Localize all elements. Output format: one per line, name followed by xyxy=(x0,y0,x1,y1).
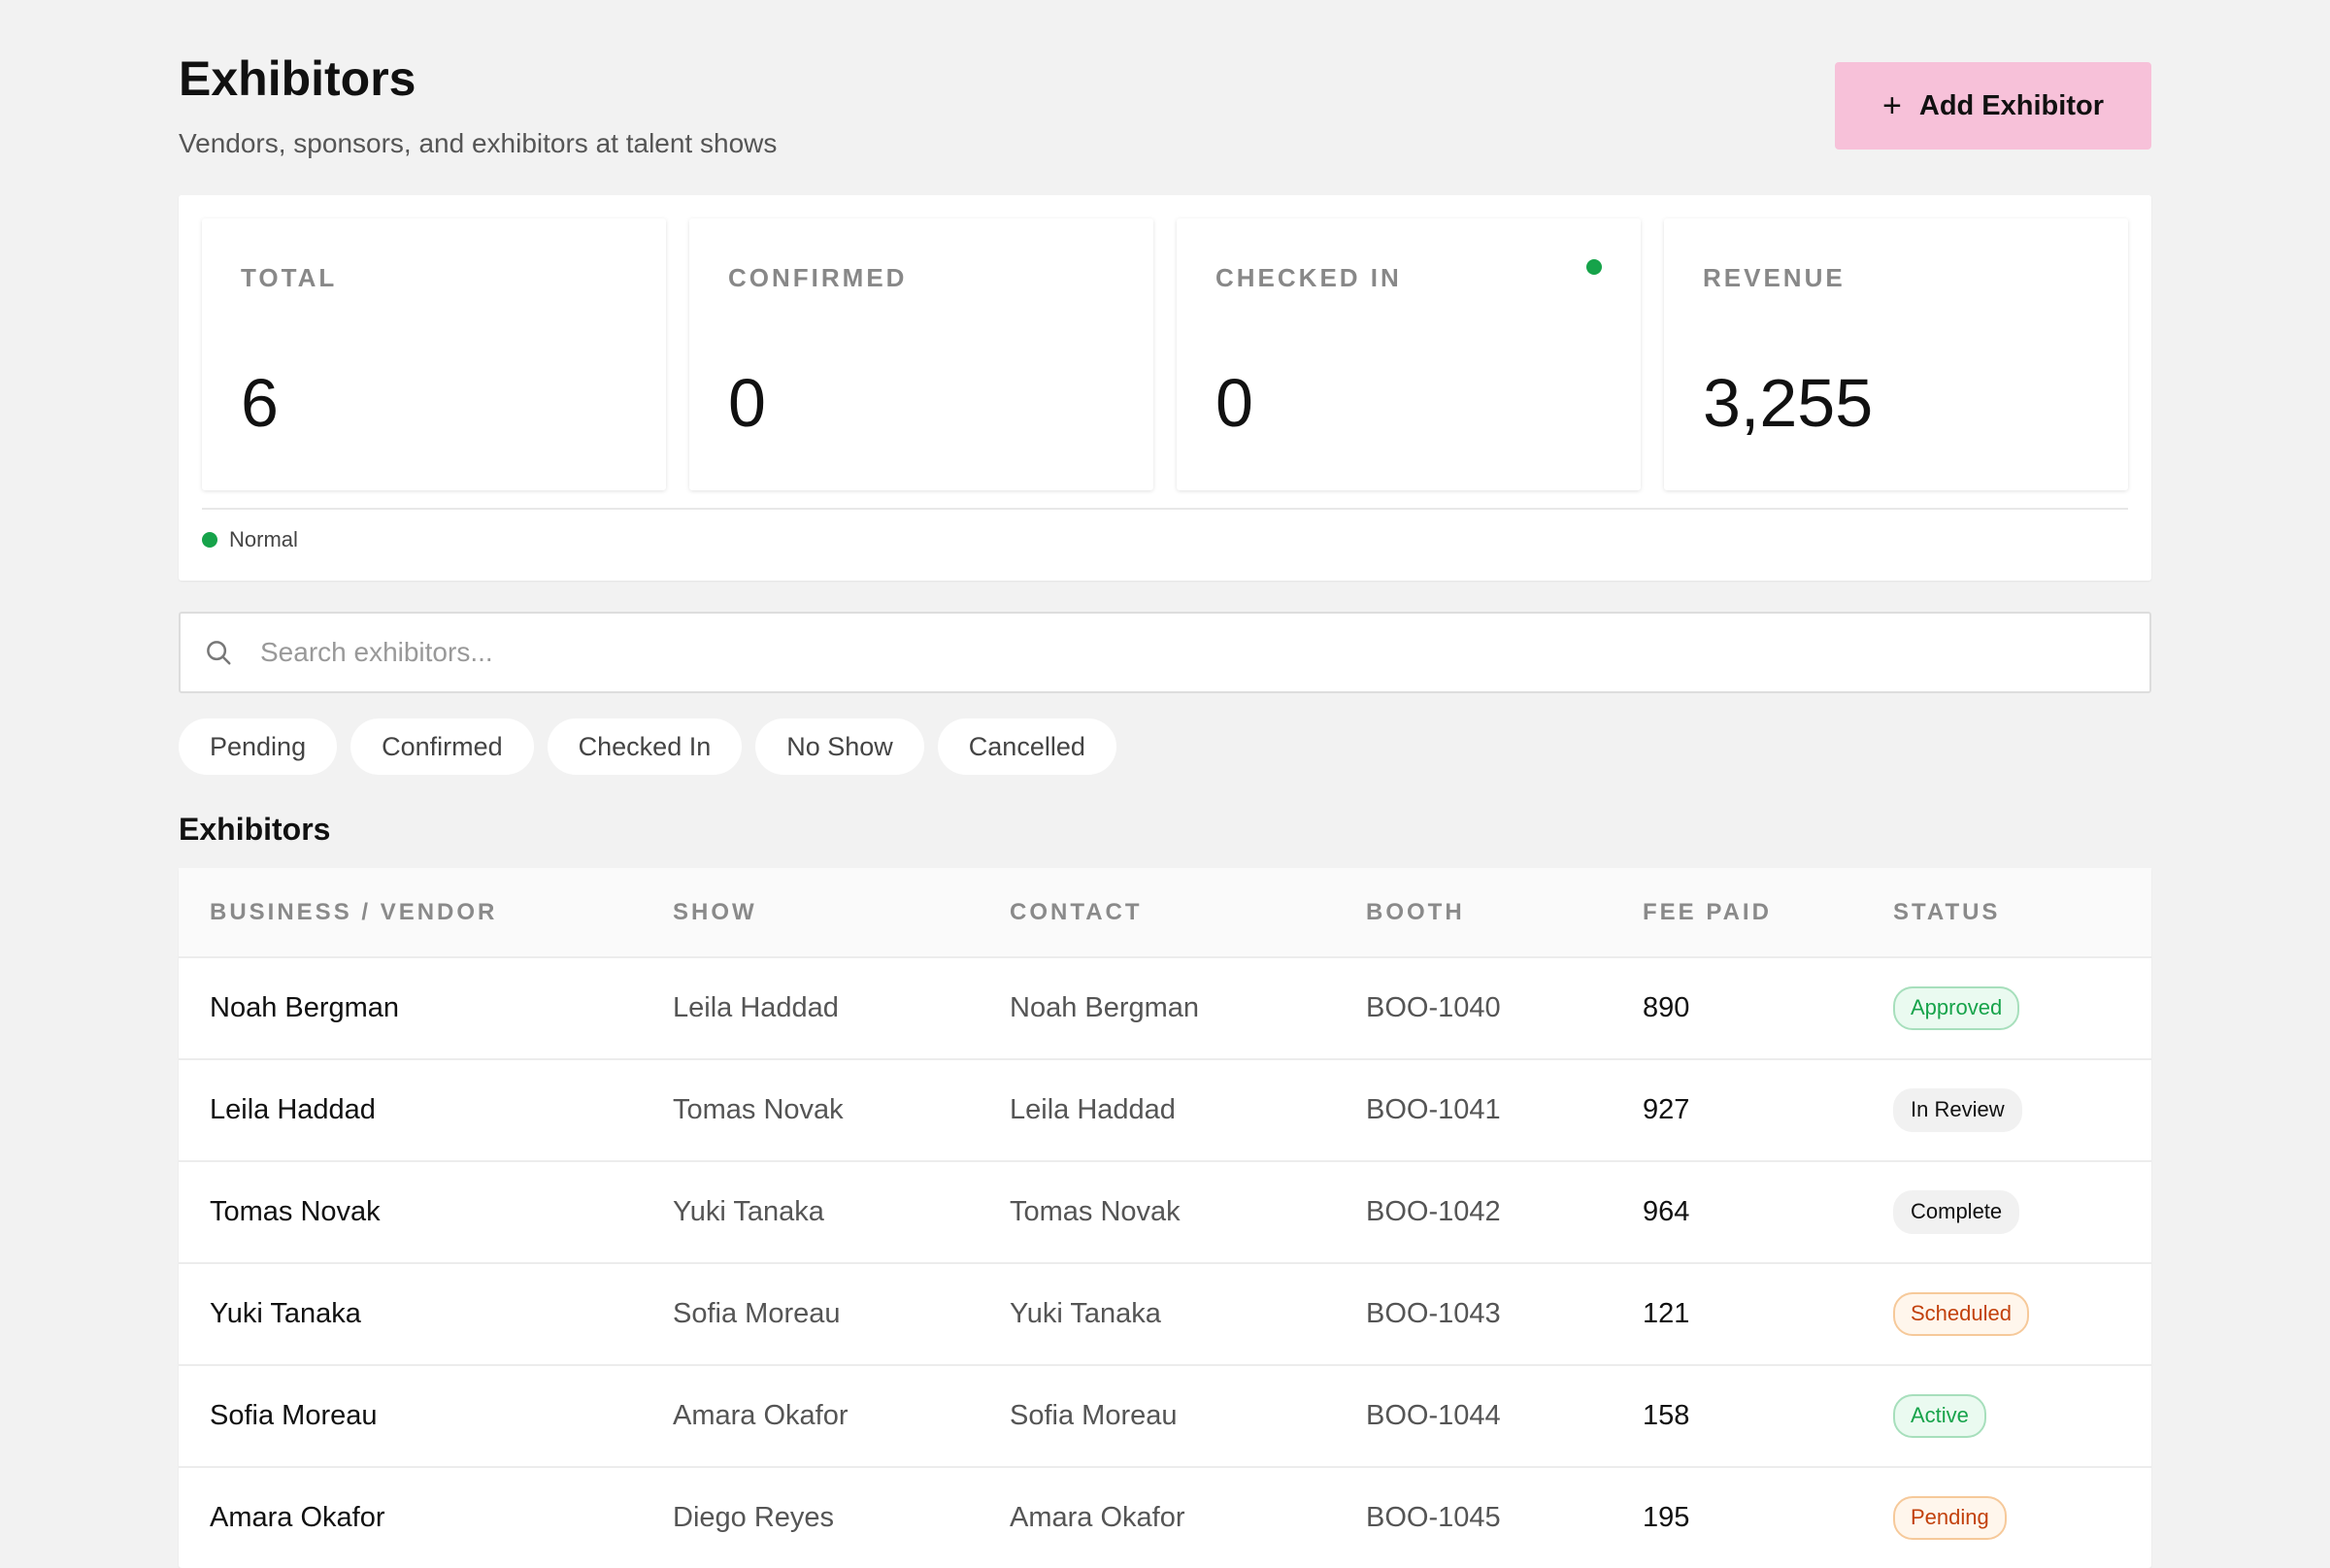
search-icon xyxy=(207,641,231,665)
fee-paid-cell: 195 xyxy=(1612,1466,1862,1568)
filter-chip-confirmed[interactable]: Confirmed xyxy=(350,718,534,775)
exhibitors-section-title: Exhibitors xyxy=(179,812,331,847)
filter-chip-cancelled[interactable]: Cancelled xyxy=(937,718,1116,775)
status-text: Normal xyxy=(229,527,298,551)
status-cell: Complete xyxy=(1862,1160,2151,1263)
show-cell: Tomas Novak xyxy=(642,1058,979,1161)
column-header-status[interactable]: STATUS xyxy=(1862,868,2151,957)
filter-chip-pending[interactable]: Pending xyxy=(179,718,338,775)
page-header: Exhibitors Vendors, sponsors, and exhibi… xyxy=(179,0,2151,194)
vendor-cell: Tomas Novak xyxy=(179,1160,642,1263)
table-row[interactable]: Yuki Tanaka Sofia Moreau Yuki Tanaka BOO-10… xyxy=(179,1262,2151,1365)
add-exhibitor-label: Add Exhibitor xyxy=(1918,89,2104,121)
filter-chip-checked-in[interactable]: Checked In xyxy=(547,718,743,775)
stat-label-revenue: REVENUE xyxy=(1703,263,1846,292)
status-cell: Pending xyxy=(1862,1466,2151,1568)
stats-divider xyxy=(202,508,2128,510)
status-cell: Scheduled xyxy=(1862,1262,2151,1365)
table-header-row: BUSINESS / VENDOR SHOW CONTACT BOOTH FEE… xyxy=(179,868,2151,957)
vendor-cell: Yuki Tanaka xyxy=(179,1262,642,1365)
exhibitors-page: Exhibitors Vendors, sponsors, and exhibi… xyxy=(179,0,2151,1568)
stat-card-revenue: REVENUE 3,255 xyxy=(1664,218,2128,490)
contact-cell: Amara Okafor xyxy=(979,1466,1335,1568)
stats-panel: TOTAL 6 CONFIRMED 0 CHECKED IN 0 REVENUE… xyxy=(179,195,2151,581)
contact-cell: Yuki Tanaka xyxy=(979,1262,1335,1365)
column-header-show[interactable]: SHOW xyxy=(642,868,979,957)
table-row[interactable]: Tomas Novak Yuki Tanaka Tomas Novak BOO-104… xyxy=(179,1160,2151,1263)
stat-value-confirmed: 0 xyxy=(728,365,766,441)
fee-paid-cell: 890 xyxy=(1612,956,1862,1059)
filter-chip-no-show[interactable]: No Show xyxy=(755,718,924,775)
table-row[interactable]: Amara Okafor Diego Reyes Amara Okafor BOO-1… xyxy=(179,1466,2151,1568)
show-cell: Sofia Moreau xyxy=(642,1262,979,1365)
booth-cell: BOO-1040 xyxy=(1335,956,1612,1059)
exhibitors-table: BUSINESS / VENDOR SHOW CONTACT BOOTH FEE… xyxy=(179,868,2151,1568)
stat-card-checked-in: CHECKED IN 0 xyxy=(1177,218,1641,490)
add-exhibitor-button[interactable]: + Add Exhibitor xyxy=(1835,62,2151,150)
stat-label-total: TOTAL xyxy=(241,263,338,292)
stat-cards: TOTAL 6 CONFIRMED 0 CHECKED IN 0 REVENUE… xyxy=(202,218,2128,490)
vendor-cell: Sofia Moreau xyxy=(179,1364,642,1467)
page-subtitle: Vendors, sponsors, and exhibitors at tal… xyxy=(179,128,778,158)
status-filter-chips: Pending Confirmed Checked In No Show Can… xyxy=(179,718,1116,775)
table-row[interactable]: Sofia Moreau Amara Okafor Sofia Moreau BOO-… xyxy=(179,1364,2151,1467)
contact-cell: Leila Haddad xyxy=(979,1058,1335,1161)
live-indicator-dot xyxy=(1586,259,1602,275)
fee-paid-cell: 927 xyxy=(1612,1058,1862,1161)
table-row[interactable]: Noah Bergman Leila Haddad Noah Bergman BOO-… xyxy=(179,956,2151,1059)
booth-cell: BOO-1045 xyxy=(1335,1466,1612,1568)
show-cell: Diego Reyes xyxy=(642,1466,979,1568)
booth-cell: BOO-1044 xyxy=(1335,1364,1612,1467)
search-input[interactable] xyxy=(258,636,2010,669)
column-header-vendor[interactable]: BUSINESS / VENDOR xyxy=(179,868,642,957)
show-cell: Amara Okafor xyxy=(642,1364,979,1467)
system-status: Normal xyxy=(202,527,298,552)
booth-cell: BOO-1042 xyxy=(1335,1160,1612,1263)
show-cell: Leila Haddad xyxy=(642,956,979,1059)
plus-icon: + xyxy=(1882,87,1902,124)
status-cell: Active xyxy=(1862,1364,2151,1467)
vendor-cell: Leila Haddad xyxy=(179,1058,642,1161)
booth-cell: BOO-1041 xyxy=(1335,1058,1612,1161)
show-cell: Yuki Tanaka xyxy=(642,1160,979,1263)
stat-value-revenue: 3,255 xyxy=(1703,365,1874,441)
stat-card-confirmed: CONFIRMED 0 xyxy=(689,218,1153,490)
stat-value-total: 6 xyxy=(241,365,279,441)
status-badge: Scheduled xyxy=(1893,1292,2029,1336)
status-badge: In Review xyxy=(1893,1088,2022,1132)
status-cell: In Review xyxy=(1862,1058,2151,1161)
status-cell: Approved xyxy=(1862,956,2151,1059)
vendor-cell: Noah Bergman xyxy=(179,956,642,1059)
fee-paid-cell: 964 xyxy=(1612,1160,1862,1263)
status-dot-icon xyxy=(202,532,217,548)
contact-cell: Sofia Moreau xyxy=(979,1364,1335,1467)
search-box xyxy=(179,612,2151,693)
column-header-fee-paid[interactable]: FEE PAID xyxy=(1612,868,1862,957)
stat-value-checked-in: 0 xyxy=(1215,365,1253,441)
status-badge: Complete xyxy=(1893,1190,2020,1234)
page-title: Exhibitors xyxy=(179,51,416,106)
column-header-booth[interactable]: BOOTH xyxy=(1335,868,1612,957)
contact-cell: Tomas Novak xyxy=(979,1160,1335,1263)
fee-paid-cell: 158 xyxy=(1612,1364,1862,1467)
column-header-contact[interactable]: CONTACT xyxy=(979,868,1335,957)
fee-paid-cell: 121 xyxy=(1612,1262,1862,1365)
status-badge: Pending xyxy=(1893,1496,2007,1540)
status-badge: Approved xyxy=(1893,986,2020,1030)
table-row[interactable]: Leila Haddad Tomas Novak Leila Haddad BOO-1… xyxy=(179,1058,2151,1161)
stat-card-total: TOTAL 6 xyxy=(202,218,666,490)
status-badge: Active xyxy=(1893,1394,1986,1438)
stat-label-checked-in: CHECKED IN xyxy=(1215,263,1402,292)
contact-cell: Noah Bergman xyxy=(979,956,1335,1059)
vendor-cell: Amara Okafor xyxy=(179,1466,642,1568)
exhibitors-table-container: BUSINESS / VENDOR SHOW CONTACT BOOTH FEE… xyxy=(179,868,2151,1568)
stat-label-confirmed: CONFIRMED xyxy=(728,263,908,292)
booth-cell: BOO-1043 xyxy=(1335,1262,1612,1365)
